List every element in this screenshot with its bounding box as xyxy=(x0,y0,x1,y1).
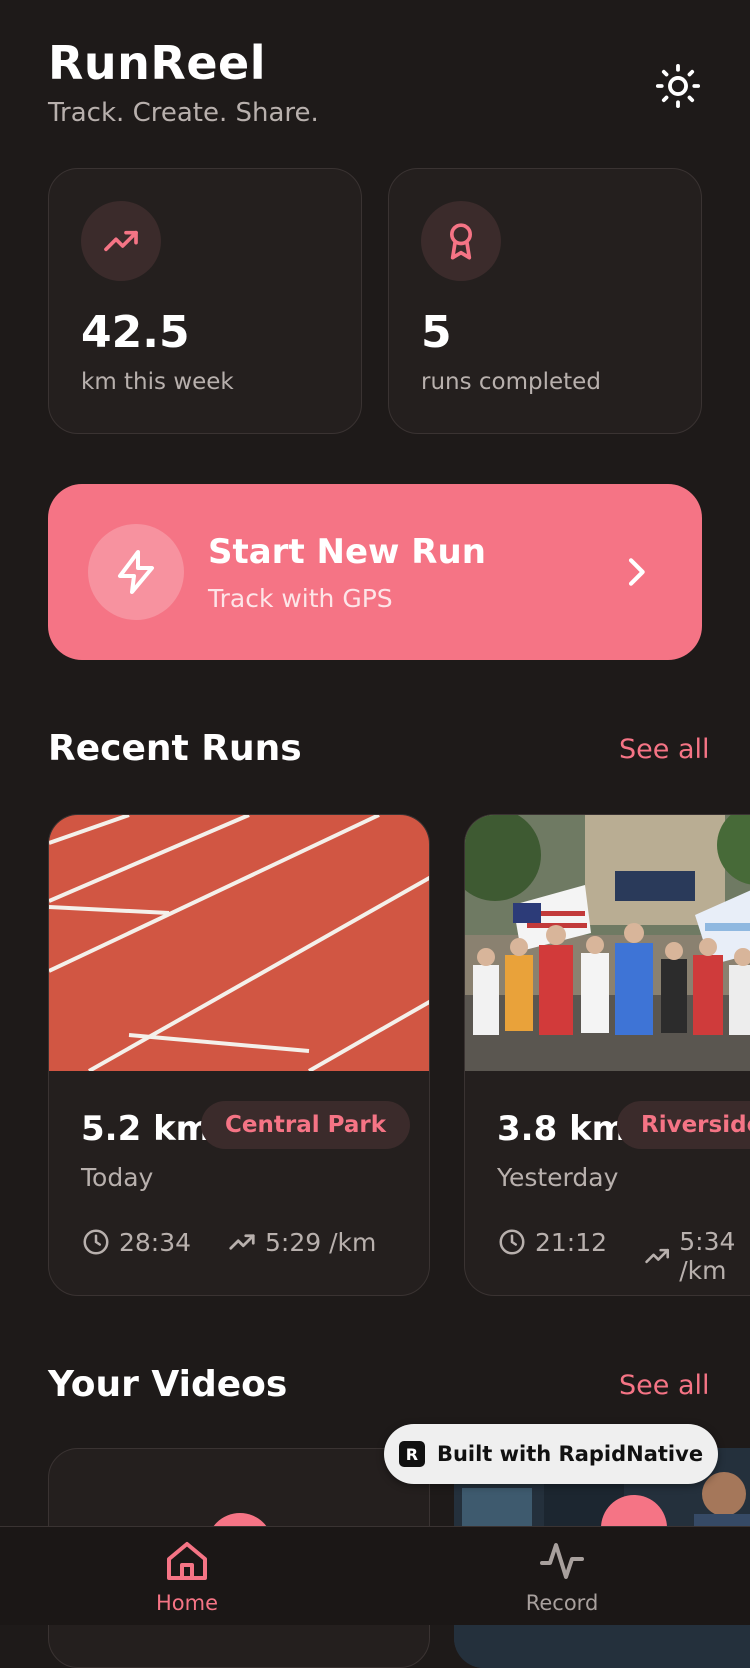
stat-label: runs completed xyxy=(421,369,601,395)
built-with-text: Built with RapidNative xyxy=(436,1442,704,1466)
run-distance: 3.8 km xyxy=(497,1109,628,1149)
tab-home[interactable]: Home xyxy=(112,1537,262,1615)
run-duration-value: 21:12 xyxy=(535,1227,608,1257)
stat-label: km this week xyxy=(81,369,234,395)
trending-up-icon xyxy=(81,201,161,281)
award-icon xyxy=(421,201,501,281)
tab-record-label: Record xyxy=(525,1591,599,1615)
built-with-badge[interactable]: R Built with RapidNative xyxy=(384,1424,718,1484)
theme-toggle-button[interactable] xyxy=(652,60,704,112)
track-photo xyxy=(49,815,429,1071)
start-run-title: Start New Run xyxy=(208,532,486,572)
sun-icon xyxy=(655,63,701,109)
run-duration: 21:12 xyxy=(497,1227,607,1257)
stat-card-runs: 5 runs completed xyxy=(388,168,702,434)
tab-record[interactable]: Record xyxy=(487,1537,637,1615)
run-location-badge: Central Park xyxy=(201,1101,410,1149)
run-card[interactable]: 5.2 km Central Park Today 28:34 5:29 /km xyxy=(48,814,430,1296)
run-pace-value: 5:29 /km xyxy=(265,1227,377,1257)
stat-card-distance: 42.5 km this week xyxy=(48,168,362,434)
rapidnative-logo-icon: R xyxy=(398,1441,425,1467)
tab-home-label: Home xyxy=(155,1591,218,1615)
chevron-right-icon xyxy=(628,558,645,586)
app-title: RunReel xyxy=(48,36,267,90)
activity-icon xyxy=(540,1543,584,1579)
trending-up-icon xyxy=(229,1234,255,1250)
lightning-icon xyxy=(88,524,184,620)
start-run-subtitle: Track with GPS xyxy=(208,584,393,613)
run-distance: 5.2 km xyxy=(81,1109,212,1149)
run-date: Today xyxy=(81,1163,154,1192)
stat-value: 5 xyxy=(421,307,452,358)
run-pace: 5:29 /km xyxy=(227,1227,376,1257)
home-icon xyxy=(167,1542,207,1580)
run-location-badge: Riverside xyxy=(617,1101,750,1149)
trending-up-icon xyxy=(645,1248,669,1264)
your-videos-title: Your Videos xyxy=(48,1364,288,1405)
run-card[interactable]: 3.8 km Riverside Yesterday 21:12 5:34 /k… xyxy=(464,814,750,1296)
app-subtitle: Track. Create. Share. xyxy=(48,98,319,128)
marathon-photo xyxy=(465,815,750,1071)
clock-icon xyxy=(499,1229,525,1255)
start-new-run-button[interactable]: Start New Run Track with GPS xyxy=(48,484,702,660)
run-pace-value: 5:34 /km xyxy=(679,1227,736,1285)
clock-icon xyxy=(83,1229,109,1255)
run-pace: 5:34 /km xyxy=(643,1227,750,1285)
run-duration: 28:34 xyxy=(81,1227,191,1257)
stat-value: 42.5 xyxy=(81,307,190,358)
recent-runs-see-all-link[interactable]: See all xyxy=(619,734,710,765)
videos-see-all-link[interactable]: See all xyxy=(619,1370,710,1401)
recent-runs-title: Recent Runs xyxy=(48,728,302,769)
run-date: Yesterday xyxy=(497,1163,619,1192)
bottom-tab-bar: Home Record xyxy=(0,1526,750,1625)
run-duration-value: 28:34 xyxy=(119,1227,192,1257)
